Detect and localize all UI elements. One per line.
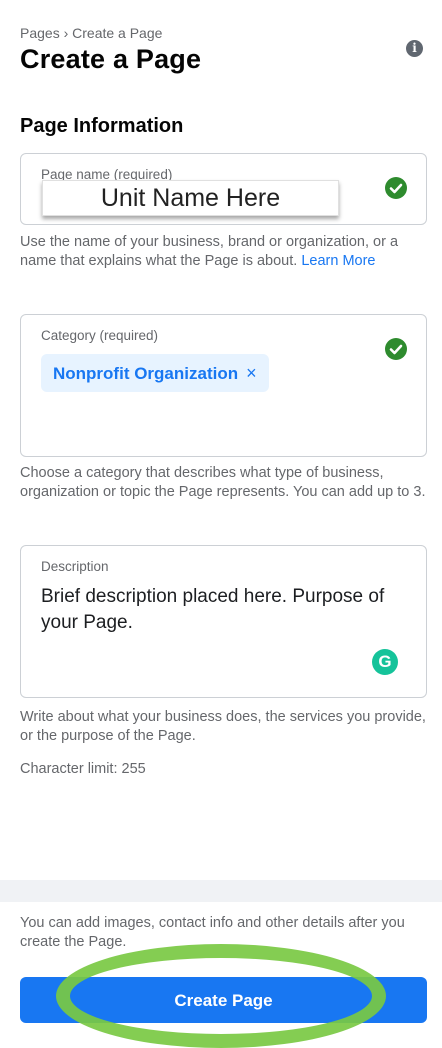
- breadcrumb[interactable]: Pages › Create a Page: [20, 25, 162, 41]
- check-icon: [385, 338, 407, 360]
- character-limit: Character limit: 255: [20, 761, 146, 777]
- remove-category-icon[interactable]: ×: [246, 363, 257, 383]
- check-icon: [385, 177, 407, 199]
- description-label: Description: [41, 559, 109, 574]
- create-page-button[interactable]: Create Page: [20, 977, 427, 1023]
- page-name-value[interactable]: Unit Name Here: [42, 180, 339, 216]
- category-help: Choose a category that describes what ty…: [20, 465, 426, 500]
- learn-more-link[interactable]: Learn More: [301, 253, 375, 269]
- page-title: Create a Page: [20, 44, 202, 74]
- description-field[interactable]: Description Brief description placed her…: [20, 545, 427, 698]
- category-field[interactable]: Category (required) Nonprofit Organizati…: [20, 314, 427, 457]
- page-name-field[interactable]: Page name (required) Unit Name Here: [20, 153, 427, 225]
- footer-text: You can add images, contact info and oth…: [20, 915, 405, 950]
- description-value[interactable]: Brief description placed here. Purpose o…: [41, 584, 411, 636]
- grammarly-icon[interactable]: G: [372, 649, 398, 675]
- footer-divider: [0, 880, 442, 902]
- info-icon[interactable]: i: [406, 40, 423, 57]
- category-label: Category (required): [41, 328, 159, 343]
- page-name-help: Use the name of your business, brand or …: [20, 234, 399, 269]
- description-help: Write about what your business does, the…: [20, 709, 426, 744]
- category-chip-label: Nonprofit Organization: [53, 364, 239, 383]
- category-chip[interactable]: Nonprofit Organization ×: [41, 354, 269, 392]
- section-heading: Page Information: [20, 115, 184, 137]
